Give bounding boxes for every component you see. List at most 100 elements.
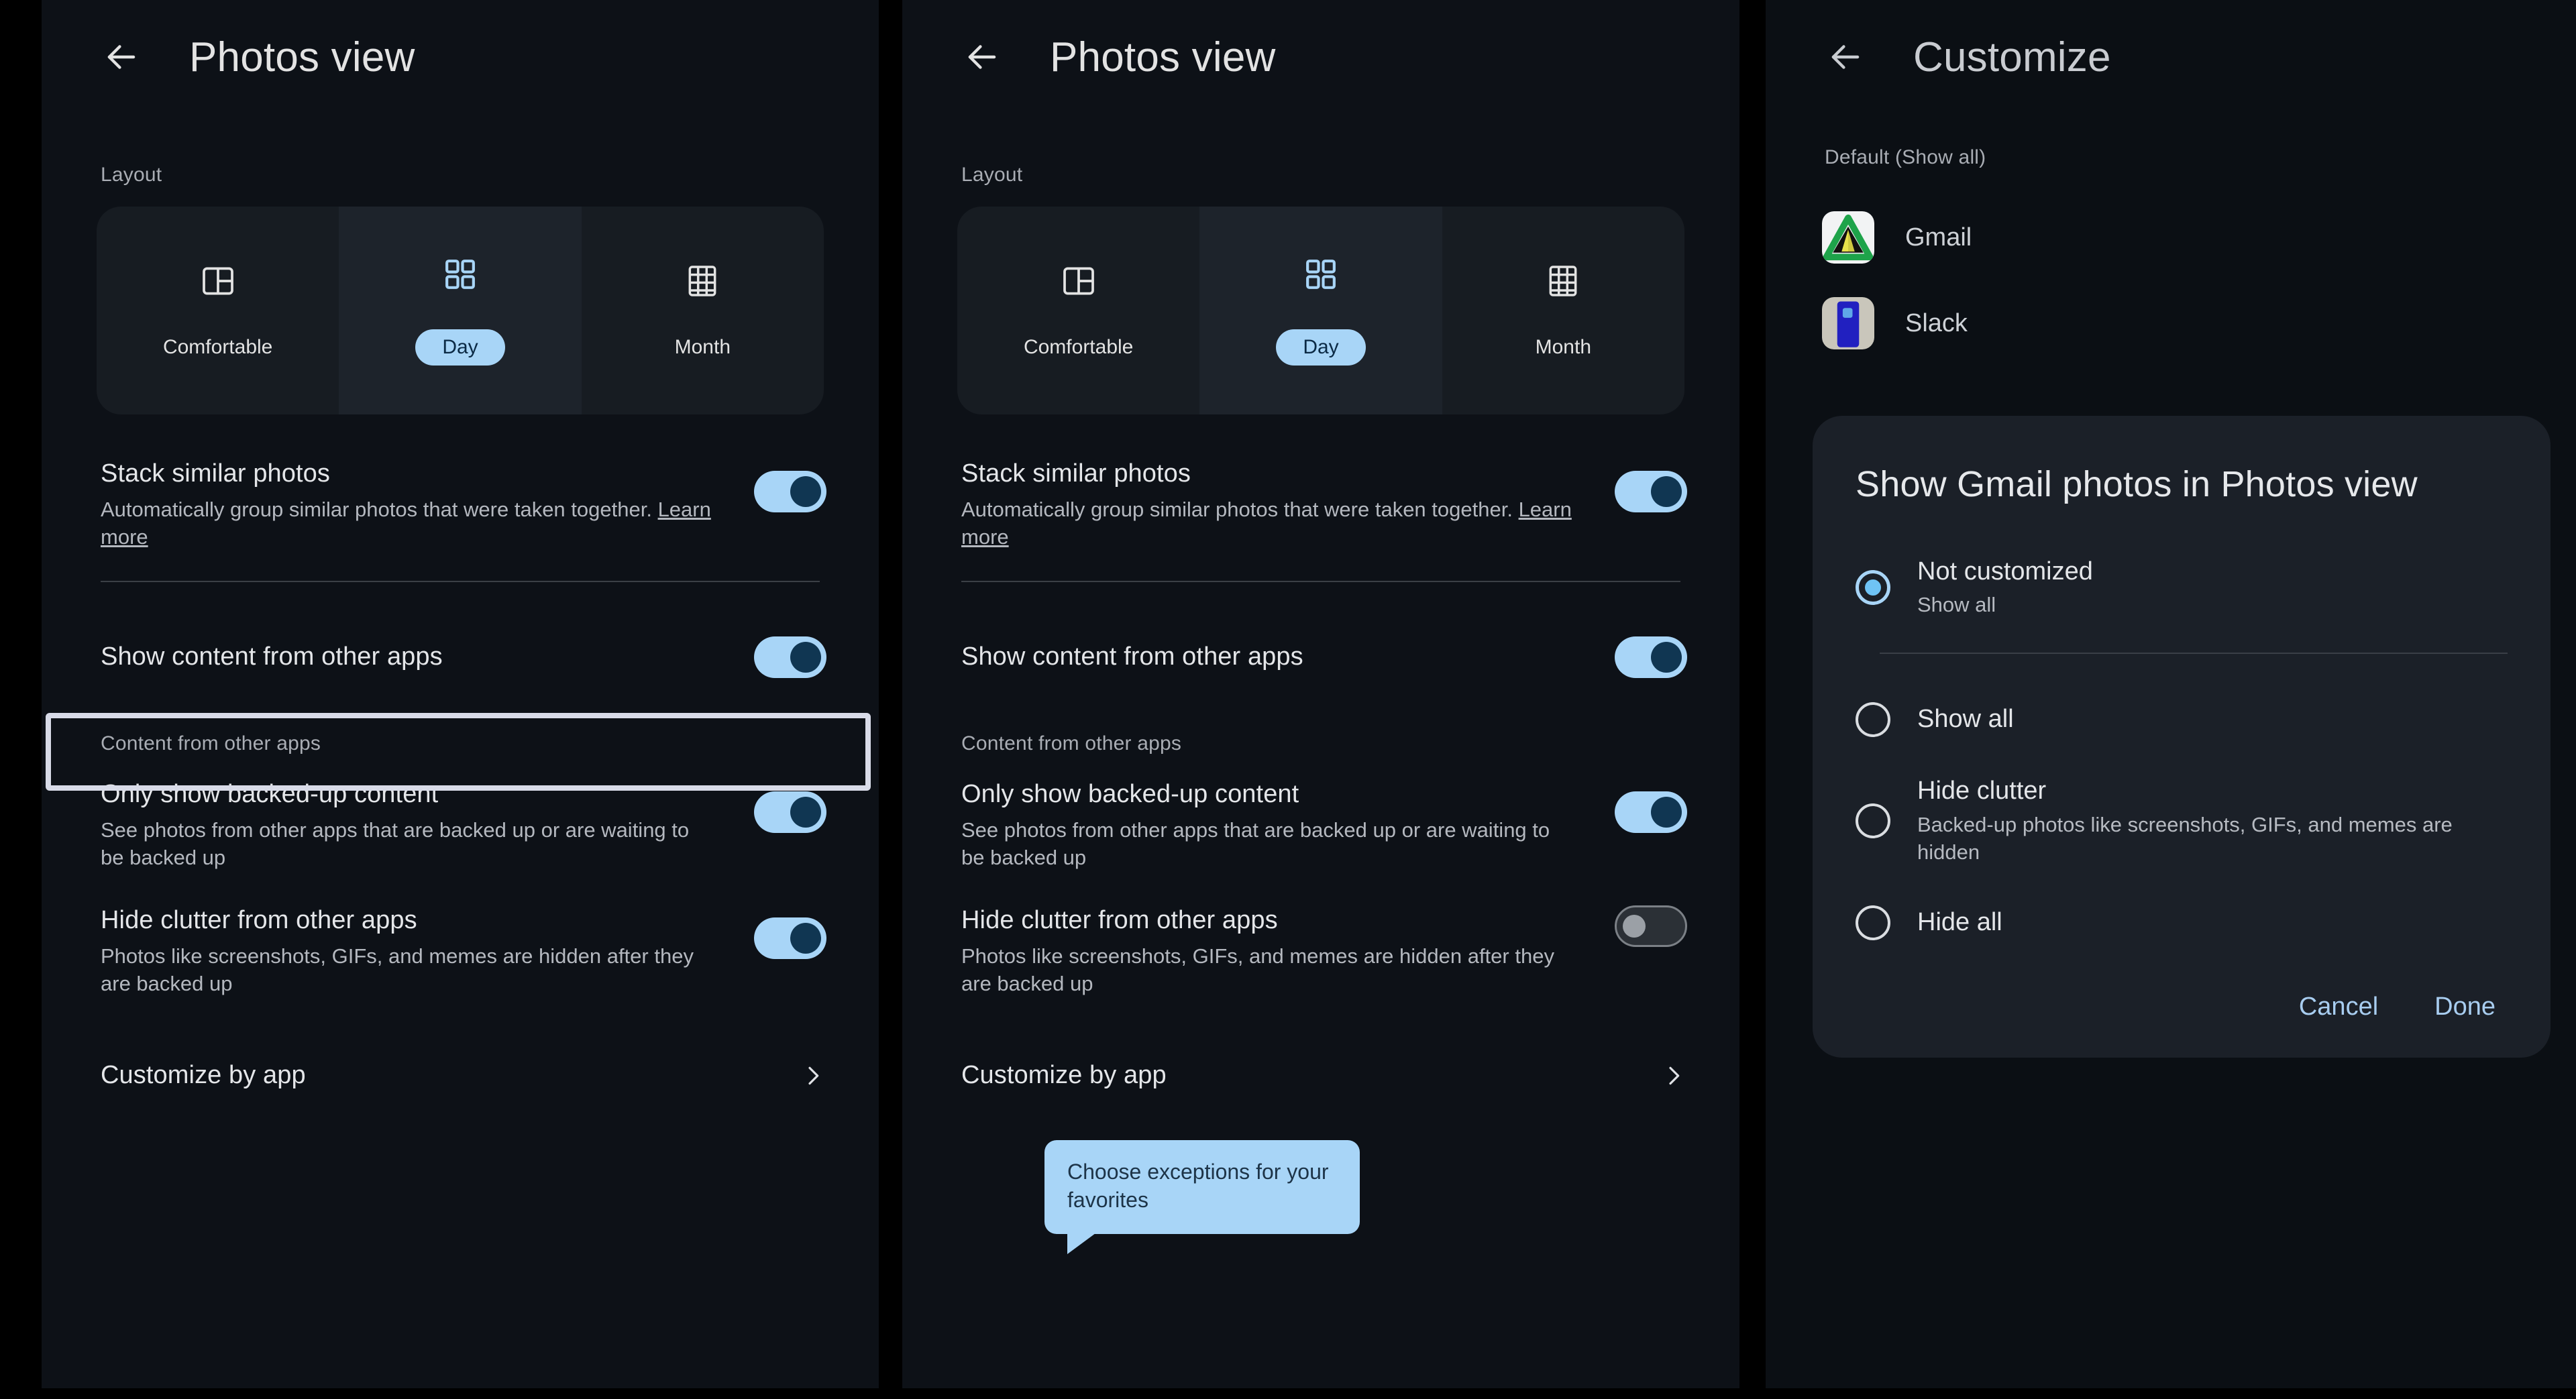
toggle-thumb [790, 641, 821, 673]
option-title: Hide all [1917, 907, 2002, 936]
content-from-other-apps-label: Content from other apps [961, 732, 1182, 754]
layout-selector: Comfortable Day Month [97, 207, 824, 414]
toggle-thumb [1651, 641, 1682, 673]
setting-row-stack-similar-photos[interactable]: Stack similar photos Automatically group… [42, 455, 879, 551]
setting-row-hide-clutter-from-other-apps[interactable]: Hide clutter from other apps Photos like… [902, 905, 1739, 998]
setting-row-customize-by-app[interactable]: Customize by app [902, 1036, 1739, 1116]
arrow-left-icon[interactable] [101, 36, 142, 78]
comfortable-layout-icon [199, 262, 237, 300]
divider [961, 580, 1680, 582]
radio-button-icon[interactable] [1856, 905, 1890, 940]
radio-button-selected-icon[interactable] [1856, 570, 1890, 606]
toggle-stack-similar-photos[interactable] [754, 471, 826, 512]
app-list-item-slack[interactable]: Slack [1766, 280, 2576, 366]
page-title: Customize [1913, 34, 2111, 80]
radio-option-show-all[interactable]: Show all [1856, 702, 2508, 737]
app-bar: Photos view [902, 0, 1739, 114]
tooltip-text: Choose exceptions for your favorites [1067, 1160, 1329, 1213]
app-list: Gmail Slack [1766, 194, 2576, 366]
comfortable-layout-icon [1060, 262, 1097, 300]
layout-option-label: Day [1276, 329, 1366, 366]
toggle-thumb [790, 476, 821, 507]
option-text: Show all [1917, 704, 2508, 735]
setting-row-customize-by-app[interactable]: Customize by app [42, 1036, 879, 1116]
app-list-item-gmail[interactable]: Gmail [1766, 194, 2576, 280]
row-text: Hide clutter from other apps Photos like… [101, 905, 754, 998]
page-title: Photos view [1050, 34, 1276, 80]
layout-option-label: Comfortable [1023, 336, 1134, 358]
setting-row-show-content-from-other-apps[interactable]: Show content from other apps [42, 617, 879, 697]
radio-option-not-customized[interactable]: Not customized Show all [1856, 557, 2508, 619]
row-subtitle: Automatically group similar photos that … [101, 496, 711, 551]
setting-row-hide-clutter-from-other-apps[interactable]: Hide clutter from other apps Photos like… [42, 905, 879, 998]
day-grid-icon [1302, 256, 1340, 293]
option-title: Show all [1917, 705, 2014, 734]
screenshot-stage: Photos view Layout Comfortable Day Month… [0, 0, 2576, 1399]
default-show-all-label: Default (Show all) [1825, 146, 1986, 168]
radio-option-hide-all[interactable]: Hide all [1856, 905, 2508, 940]
option-title: Not customized [1917, 557, 2093, 585]
toggle-thumb [790, 922, 821, 954]
option-text: Hide all [1917, 907, 2508, 938]
toggle-only-show-backed-up-content[interactable] [754, 791, 826, 833]
toggle-only-show-backed-up-content[interactable] [1615, 791, 1687, 833]
row-subtitle-text: Automatically group similar photos that … [961, 497, 1519, 521]
setting-row-only-show-backed-up-content[interactable]: Only show backed-up content See photos f… [902, 779, 1739, 872]
row-subtitle: Photos like screenshots, GIFs, and memes… [101, 944, 694, 996]
row-subtitle: See photos from other apps that are back… [101, 818, 690, 870]
arrow-left-icon[interactable] [961, 36, 1003, 78]
row-title: Customize by app [961, 1061, 1167, 1090]
layout-section-label: Layout [961, 164, 1023, 186]
month-grid-icon [684, 262, 721, 300]
setting-row-only-show-backed-up-content[interactable]: Only show backed-up content See photos f… [42, 779, 879, 872]
slack-app-icon [1822, 297, 1874, 349]
row-text: Customize by app [101, 1060, 800, 1090]
row-text: Only show backed-up content See photos f… [101, 779, 754, 872]
layout-option-month[interactable]: Month [1442, 207, 1684, 414]
toggle-hide-clutter-from-other-apps[interactable] [754, 917, 826, 959]
row-text: Stack similar photos Automatically group… [101, 459, 754, 551]
setting-row-show-content-from-other-apps[interactable]: Show content from other apps [902, 617, 1739, 697]
divider [101, 580, 820, 582]
done-button[interactable]: Done [2434, 993, 2496, 1021]
dialog-divider [1880, 653, 2508, 654]
tooltip-choose-exceptions[interactable]: Choose exceptions for your favorites [1044, 1140, 1360, 1255]
layout-option-comfortable[interactable]: Comfortable [957, 207, 1199, 414]
toggle-show-content-from-other-apps[interactable] [754, 636, 826, 678]
arrow-left-icon[interactable] [1825, 36, 1866, 78]
layout-option-comfortable[interactable]: Comfortable [97, 207, 339, 414]
toggle-hide-clutter-from-other-apps[interactable] [1615, 905, 1687, 947]
layout-option-day[interactable]: Day [1199, 207, 1442, 414]
row-subtitle: Photos like screenshots, GIFs, and memes… [961, 944, 1554, 996]
radio-option-hide-clutter[interactable]: Hide clutter Backed-up photos like scree… [1856, 776, 2508, 866]
layout-option-label: Day [415, 329, 505, 366]
option-subtitle: Backed-up photos like screenshots, GIFs,… [1917, 812, 2453, 864]
toggle-thumb [1623, 914, 1646, 938]
layout-option-month[interactable]: Month [582, 207, 824, 414]
layout-section-label: Layout [101, 164, 162, 186]
toggle-thumb [790, 796, 821, 828]
toggle-thumb [1651, 796, 1682, 828]
row-subtitle: See photos from other apps that are back… [961, 818, 1550, 870]
toggle-stack-similar-photos[interactable] [1615, 471, 1687, 512]
cancel-button[interactable]: Cancel [2299, 993, 2378, 1021]
tooltip-tail [1067, 1231, 1098, 1255]
dialog-actions: Cancel Done [1856, 993, 2508, 1031]
setting-row-stack-similar-photos[interactable]: Stack similar photos Automatically group… [902, 455, 1739, 551]
phone-panel-photos-view-tooltip: Photos view Layout Comfortable Day Month… [902, 0, 1739, 1388]
chevron-right-icon [1660, 1062, 1687, 1089]
app-bar: Customize [1766, 0, 2576, 114]
layout-selector: Comfortable Day Month [957, 207, 1684, 414]
radio-button-icon[interactable] [1856, 702, 1890, 737]
option-subtitle: Show all [1917, 593, 1996, 617]
row-title: Only show backed-up content [101, 779, 439, 808]
toggle-show-content-from-other-apps[interactable] [1615, 636, 1687, 678]
option-text: Not customized Show all [1917, 557, 2508, 619]
row-subtitle-text: Automatically group similar photos that … [101, 497, 658, 521]
option-text: Hide clutter Backed-up photos like scree… [1917, 776, 2508, 866]
row-text: Stack similar photos Automatically group… [961, 459, 1615, 551]
layout-option-day[interactable]: Day [339, 207, 582, 414]
content-from-other-apps-label: Content from other apps [101, 732, 321, 754]
radio-button-icon[interactable] [1856, 803, 1890, 839]
row-text: Only show backed-up content See photos f… [961, 779, 1615, 872]
